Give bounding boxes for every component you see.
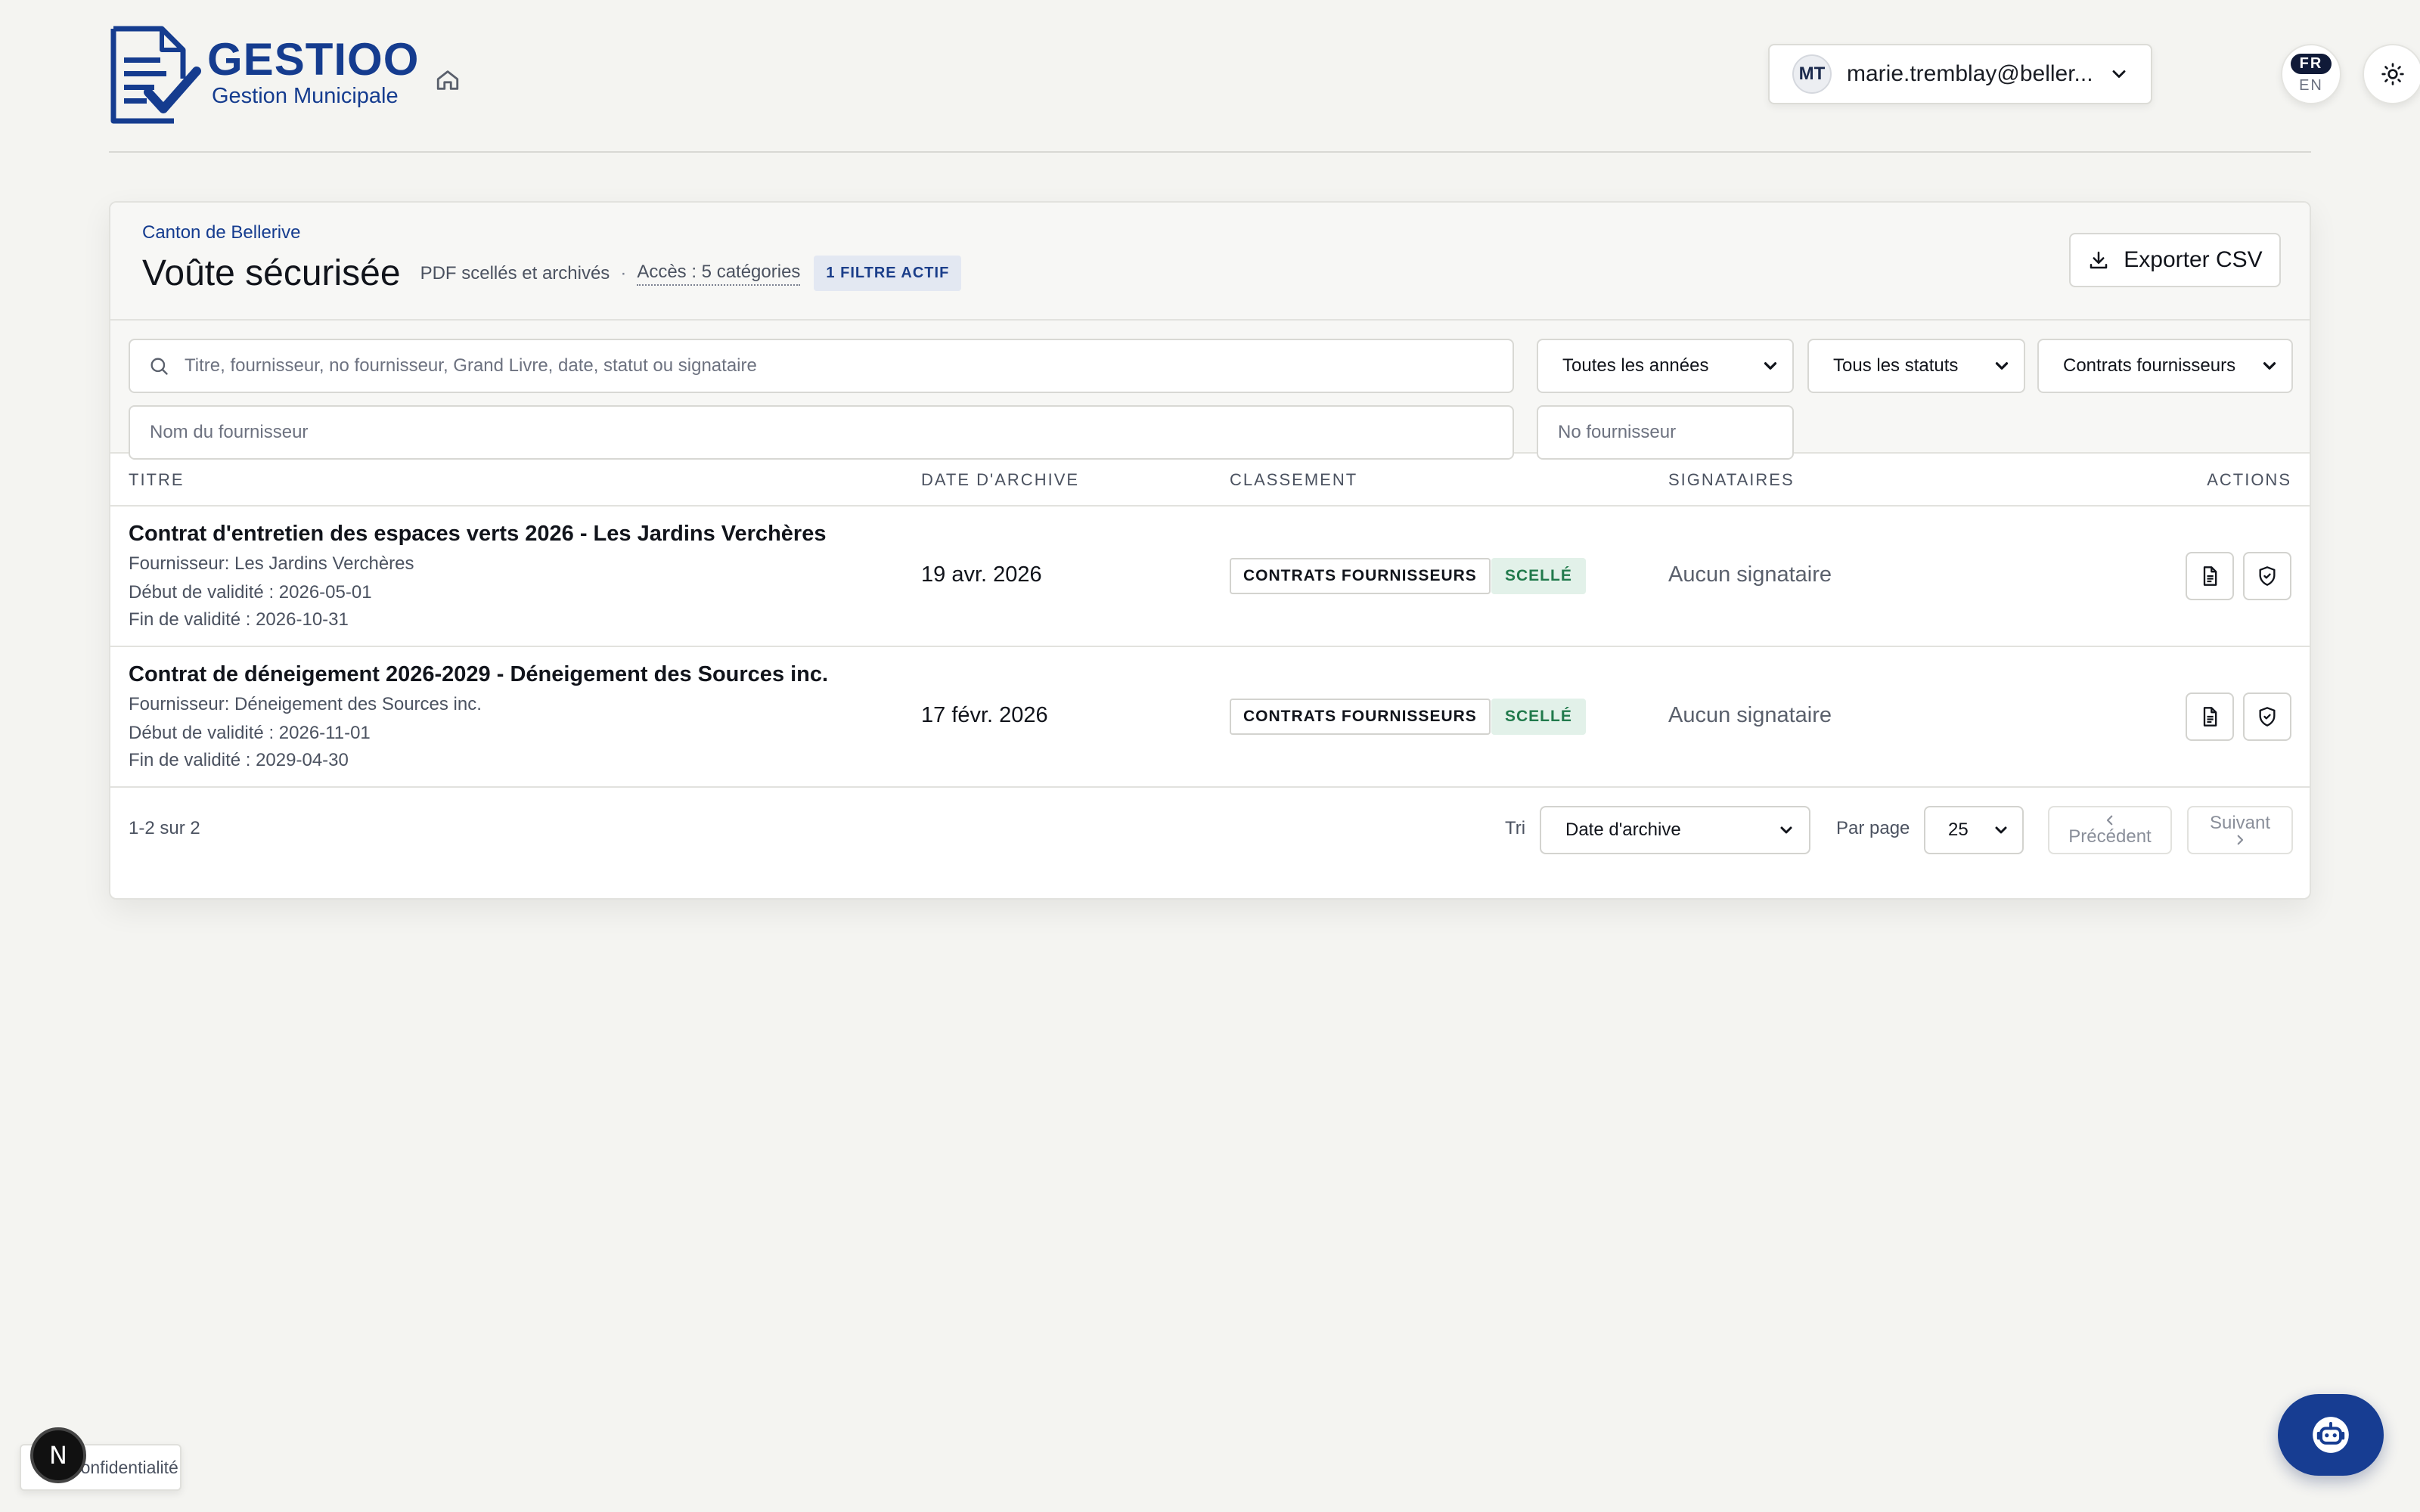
next-page-button[interactable]: Suivant [2187, 806, 2293, 854]
chevron-down-icon [1780, 826, 1792, 834]
category-select-value: Contrats fournisseurs [2063, 355, 2236, 376]
table-row[interactable]: Contrat de déneigement 2026-2029 - Dénei… [110, 647, 2310, 788]
document-supplier: Fournisseur: Déneigement des Sources inc… [129, 694, 482, 714]
document-title[interactable]: Contrat de déneigement 2026-2029 - Dénei… [129, 662, 828, 687]
assistant-chat-button[interactable] [2278, 1394, 2384, 1476]
supplier-number-placeholder: No fournisseur [1558, 422, 1677, 442]
result-count: 1-2 sur 2 [129, 818, 200, 838]
table-row[interactable]: Contrat d'entretien des espaces verts 20… [110, 507, 2310, 647]
year-select-value: Toutes les années [1562, 355, 1709, 376]
document-validity-end: Fin de validité : 2029-04-30 [129, 750, 349, 770]
column-header-archive-date[interactable]: DATE D'ARCHIVE [921, 470, 1079, 490]
supplier-name-input[interactable]: Nom du fournisseur [129, 405, 1514, 460]
status-select[interactable]: Tous les statuts [1807, 339, 2025, 393]
sort-label: Tri [1505, 818, 1526, 838]
filters-bar: Titre, fournisseur, no fournisseur, Gran… [110, 321, 2310, 460]
vault-header: Canton de Bellerive Voûte sécurisée PDF … [110, 203, 2310, 321]
category-badge: CONTRATS FOURNISSEURS [1230, 699, 1491, 735]
category-badge: CONTRATS FOURNISSEURS [1230, 558, 1491, 594]
chevron-down-icon [1995, 362, 2009, 370]
search-placeholder: Titre, fournisseur, no fournisseur, Gran… [185, 355, 757, 376]
search-input[interactable]: Titre, fournisseur, no fournisseur, Gran… [129, 339, 1514, 393]
next-page-label: Suivant [2209, 813, 2271, 833]
per-page-label: Par page [1836, 818, 1910, 838]
separator: · [620, 262, 627, 284]
shield-check-icon [2259, 566, 2276, 586]
user-email: marie.tremblay@beller... [1847, 61, 2093, 86]
previous-page-button[interactable]: Précédent [2048, 806, 2172, 854]
previous-page-label: Précédent [2068, 826, 2152, 847]
column-header-title[interactable]: TITRE [129, 470, 185, 490]
dev-badge-letter: N [49, 1441, 67, 1470]
brand-name: GESTIOO [207, 34, 420, 85]
table-header: TITRE DATE D'ARCHIVE CLASSEMENT SIGNATAI… [110, 454, 2310, 507]
view-pdf-button[interactable] [2186, 692, 2234, 741]
home-button[interactable] [427, 59, 469, 101]
sort-select-value: Date d'archive [1565, 820, 1681, 840]
table-footer: 1-2 sur 2 Tri Date d'archive Par page 25… [110, 788, 2310, 898]
verify-seal-button[interactable] [2243, 692, 2291, 741]
category-select[interactable]: Contrats fournisseurs [2037, 339, 2293, 393]
active-filter-badge: 1 FILTRE ACTIF [814, 256, 962, 291]
sun-icon [2381, 63, 2404, 85]
search-icon [150, 358, 168, 375]
shield-check-icon [2259, 707, 2276, 727]
lang-en[interactable]: EN [2299, 77, 2323, 94]
document-validity-end: Fin de validité : 2026-10-31 [129, 609, 349, 630]
status-badge: SCELLÉ [1491, 558, 1586, 594]
robot-icon [2313, 1417, 2349, 1453]
brand-subtitle: Gestion Municipale [212, 84, 399, 108]
signers: Aucun signataire [1668, 562, 1832, 587]
document-check-icon [110, 26, 201, 124]
file-icon [2203, 566, 2217, 586]
document-title[interactable]: Contrat d'entretien des espaces verts 20… [129, 522, 826, 547]
download-icon [2090, 251, 2108, 269]
document-supplier: Fournisseur: Les Jardins Verchères [129, 553, 414, 574]
organization-name: Canton de Bellerive [142, 222, 301, 243]
signers: Aucun signataire [1668, 703, 1832, 727]
home-icon [436, 70, 459, 90]
sort-select[interactable]: Date d'archive [1540, 806, 1810, 854]
per-page-select[interactable]: 25 [1924, 806, 2024, 854]
export-csv-button[interactable]: Exporter CSV [2069, 233, 2281, 287]
chevron-down-icon [2112, 70, 2126, 78]
column-header-actions: ACTIONS [2207, 470, 2291, 489]
verify-seal-button[interactable] [2243, 552, 2291, 600]
status-badge: SCELLÉ [1491, 699, 1586, 735]
vault-subtitle: PDF scellés et archivés [420, 262, 610, 284]
year-select[interactable]: Toutes les années [1537, 339, 1794, 393]
dev-tools-badge[interactable]: N [30, 1427, 86, 1483]
archive-date: 17 févr. 2026 [921, 703, 1048, 727]
archive-date: 19 avr. 2026 [921, 562, 1042, 587]
language-toggle[interactable]: FR EN [2281, 44, 2341, 104]
vault-card: Canton de Bellerive Voûte sécurisée PDF … [109, 201, 2311, 900]
supplier-number-input[interactable]: No fournisseur [1537, 405, 1794, 460]
per-page-value: 25 [1948, 820, 1969, 840]
document-validity-start: Début de validité : 2026-05-01 [129, 582, 372, 603]
column-header-signers[interactable]: SIGNATAIRES [1668, 470, 1795, 490]
supplier-name-placeholder: Nom du fournisseur [150, 422, 309, 442]
document-validity-start: Début de validité : 2026-11-01 [129, 723, 371, 743]
chevron-down-icon [1764, 362, 1777, 370]
chevron-down-icon [2263, 362, 2276, 370]
chevron-left-icon [2106, 815, 2113, 826]
lang-fr[interactable]: FR [2290, 54, 2332, 74]
theme-toggle-button[interactable] [2363, 44, 2420, 104]
column-header-classification[interactable]: CLASSEMENT [1230, 470, 1357, 490]
file-icon [2203, 707, 2217, 727]
status-select-value: Tous les statuts [1833, 355, 1959, 376]
export-csv-label: Exporter CSV [2124, 247, 2263, 272]
avatar: MT [1792, 54, 1832, 94]
user-menu-button[interactable]: MT marie.tremblay@beller... [1768, 44, 2152, 104]
app-header: GESTIOO Gestion Municipale MT marie.trem… [109, 23, 2420, 153]
brand-logo[interactable]: GESTIOO Gestion Municipale [109, 26, 419, 124]
view-pdf-button[interactable] [2186, 552, 2234, 600]
chevron-down-icon [1995, 826, 2007, 834]
access-categories-link[interactable]: Accès : 5 catégories [637, 262, 801, 286]
chevron-right-icon [2237, 835, 2244, 845]
page-title: Voûte sécurisée [142, 253, 401, 293]
